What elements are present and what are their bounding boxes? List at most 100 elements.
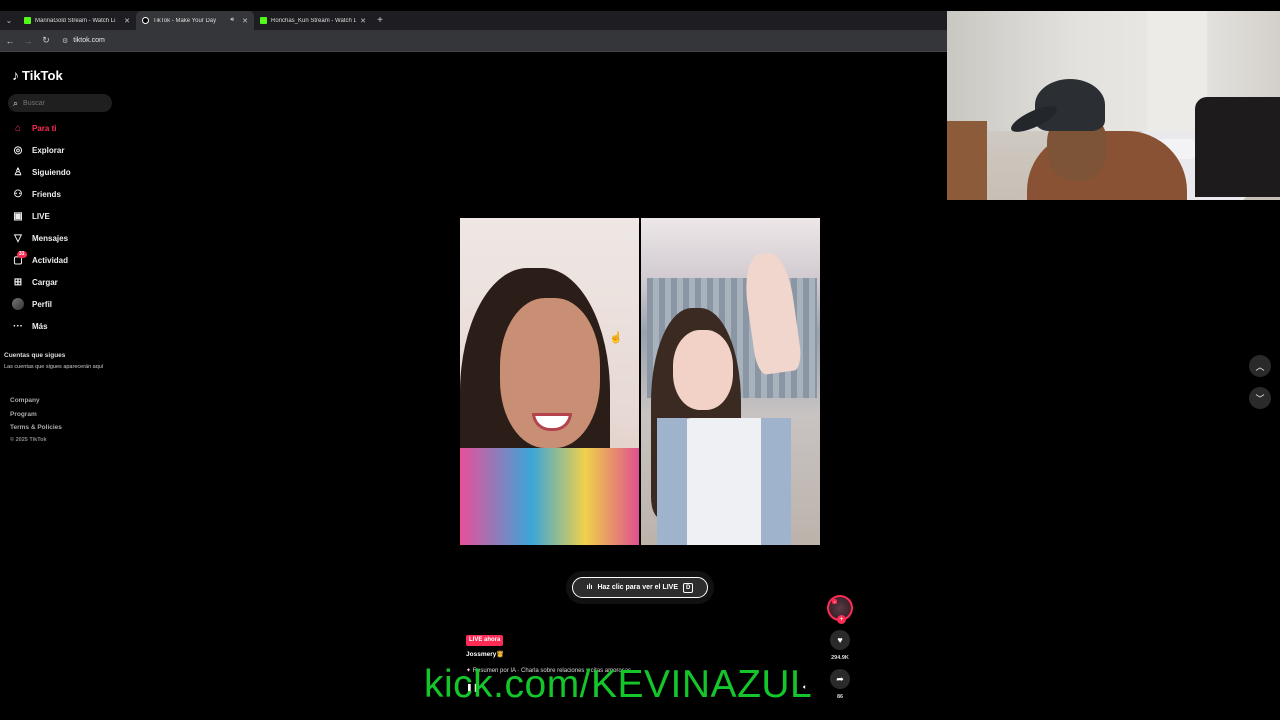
kick-icon: [24, 17, 31, 24]
sidebar-item-live[interactable]: ▣ LIVE: [0, 205, 125, 227]
share-count: 86: [836, 694, 844, 700]
following-section-desc: Las cuentas que sigues aparecerán aquí: [4, 364, 104, 370]
mouse-cursor-icon: ☝: [609, 332, 623, 344]
live-video-player[interactable]: ☝: [460, 218, 820, 545]
tab-title: Ronchas_Kun Stream - Watch L: [271, 17, 357, 24]
next-video-button[interactable]: ﹀: [1249, 387, 1271, 409]
webcam-shelf: [947, 121, 987, 200]
reload-icon[interactable]: ↻: [40, 34, 52, 48]
close-tab-icon[interactable]: ✕: [124, 17, 130, 25]
footer-links: Company Program Terms & Policies: [10, 397, 62, 438]
new-tab-button[interactable]: +: [372, 11, 388, 30]
sidebar-item-label: Cargar: [32, 277, 58, 287]
footer-link-program[interactable]: Program: [10, 411, 62, 425]
sidebar-item-actividad[interactable]: ▢ 31 Actividad: [0, 249, 125, 271]
sidebar-item-label: Explorar: [32, 145, 65, 155]
sidebar-item-siguiendo[interactable]: ♙ Siguiendo: [0, 161, 125, 183]
stream-watermark: kick.com/KEVINAZUL: [424, 663, 813, 706]
back-icon[interactable]: ←: [4, 34, 16, 48]
like-count: 294.9K: [831, 655, 849, 661]
browser-tab[interactable]: MarinaGold Stream - Watch Li ✕: [18, 11, 136, 30]
watch-live-label: Haz clic para ver el LIVE: [597, 584, 679, 591]
sidebar-item-label: Para ti: [32, 123, 57, 133]
streamer-left-shirt: [460, 448, 639, 545]
tab-search-chevron-icon[interactable]: ⌄: [0, 11, 18, 30]
previous-video-button[interactable]: ︿: [1249, 355, 1271, 377]
sound-icon[interactable]: 🔊︎: [230, 17, 234, 24]
kick-icon: [260, 17, 267, 24]
sidebar-item-explorar[interactable]: ◎ Explorar: [0, 139, 125, 161]
footer-link-terms[interactable]: Terms & Policies: [10, 424, 62, 438]
search-input[interactable]: [23, 99, 94, 107]
browser-tab[interactable]: Ronchas_Kun Stream - Watch L ✕: [254, 11, 372, 30]
tiktok-icon: [142, 17, 149, 24]
sidebar-item-friends[interactable]: ⚇ Friends: [0, 183, 125, 205]
copyright: © 2025 TikTok: [10, 437, 47, 443]
keyboard-shortcut-hint: D: [683, 582, 694, 593]
chevron-down-icon: ﹀: [1255, 393, 1265, 404]
webcam-overlay: [947, 11, 1280, 200]
sidebar-item-label: Actividad: [32, 255, 69, 265]
watch-live-button[interactable]: ılı Haz clic para ver el LIVE D: [572, 577, 708, 598]
sidebar-nav: ⌂ Para ti ◎ Explorar ♙ Siguiendo ⚇ Frien…: [0, 117, 125, 337]
screen: ⌄ MarinaGold Stream - Watch Li ✕ TikTok …: [0, 0, 1280, 720]
sidebar-item-label: Más: [32, 321, 48, 331]
live-now-badge: LIVE ahora: [466, 635, 504, 646]
close-tab-icon[interactable]: ✕: [242, 17, 248, 25]
sidebar: ♪ TikTok ⌕ ⌂ Para ti ◎ Explorar ♙ Siguie…: [0, 55, 125, 455]
like-button[interactable]: ♥: [830, 630, 850, 650]
browser-tab-active[interactable]: TikTok - Make Your Day 🔊︎ ✕: [136, 11, 254, 30]
share-button[interactable]: ➦: [830, 669, 850, 689]
chevron-up-icon: ︿: [1255, 361, 1265, 372]
video-right-streamer: [641, 218, 820, 545]
tab-title: MarinaGold Stream - Watch Li: [35, 17, 116, 24]
streamer-right-face: [673, 330, 733, 410]
sidebar-item-perfil[interactable]: Perfil: [0, 293, 125, 315]
live-mini-badge-icon: •: [832, 599, 838, 604]
creator-avatar[interactable]: • +: [827, 595, 853, 624]
heart-icon: ♥: [837, 635, 843, 645]
url-text: tiktok.com: [73, 37, 105, 44]
top-strip: [0, 0, 1280, 11]
streamer-username[interactable]: Jossmery👸: [466, 650, 504, 658]
share-icon: ➦: [836, 673, 844, 684]
following-section-title: Cuentas que sigues: [4, 352, 66, 359]
follow-plus-icon[interactable]: +: [837, 615, 846, 624]
webcam-person-cap: [1035, 79, 1105, 131]
url-field[interactable]: ⚙︎ tiktok.com: [58, 34, 109, 48]
webcam-headboard: [1195, 97, 1280, 197]
avatar-icon: [12, 298, 24, 310]
notification-badge: 31: [17, 251, 27, 258]
forward-icon[interactable]: →: [22, 34, 34, 48]
tiktok-logo[interactable]: ♪ TikTok: [12, 67, 63, 83]
tab-title: TikTok - Make Your Day: [153, 17, 217, 24]
sidebar-item-mensajes[interactable]: ▽ Mensajes: [0, 227, 125, 249]
search-box[interactable]: ⌕: [8, 94, 112, 112]
sidebar-item-label: Mensajes: [32, 233, 69, 243]
site-settings-icon[interactable]: ⚙︎: [62, 37, 68, 45]
sidebar-item-label: Perfil: [32, 299, 53, 309]
compass-icon: ◎: [13, 144, 23, 156]
sidebar-item-cargar[interactable]: ⊞ Cargar: [0, 271, 125, 293]
home-icon: ⌂: [14, 122, 22, 134]
video-left-streamer: ☝: [460, 218, 639, 545]
live-bars-icon: ılı: [586, 584, 593, 591]
following-icon: ♙: [13, 166, 23, 178]
streamer-right-cardigan: [761, 418, 791, 545]
sidebar-item-para-ti[interactable]: ⌂ Para ti: [0, 117, 125, 139]
logo-text: TikTok: [22, 67, 63, 83]
more-icon: ···: [13, 320, 23, 332]
sidebar-item-label: LIVE: [32, 211, 50, 221]
friends-icon: ⚇: [13, 188, 23, 200]
streamer-right-cardigan: [657, 418, 687, 545]
footer-link-company[interactable]: Company: [10, 397, 62, 411]
live-tv-icon: ▣: [13, 210, 23, 222]
sidebar-item-label: Siguiendo: [32, 167, 71, 177]
tiktok-note-icon: ♪: [12, 67, 19, 83]
upload-icon: ⊞: [13, 276, 23, 288]
close-tab-icon[interactable]: ✕: [360, 17, 366, 25]
sidebar-item-label: Friends: [32, 189, 61, 199]
sidebar-item-mas[interactable]: ··· Más: [0, 315, 125, 337]
messages-icon: ▽: [14, 232, 22, 244]
address-bar: ← → ↻ ⚙︎ tiktok.com: [0, 30, 947, 52]
